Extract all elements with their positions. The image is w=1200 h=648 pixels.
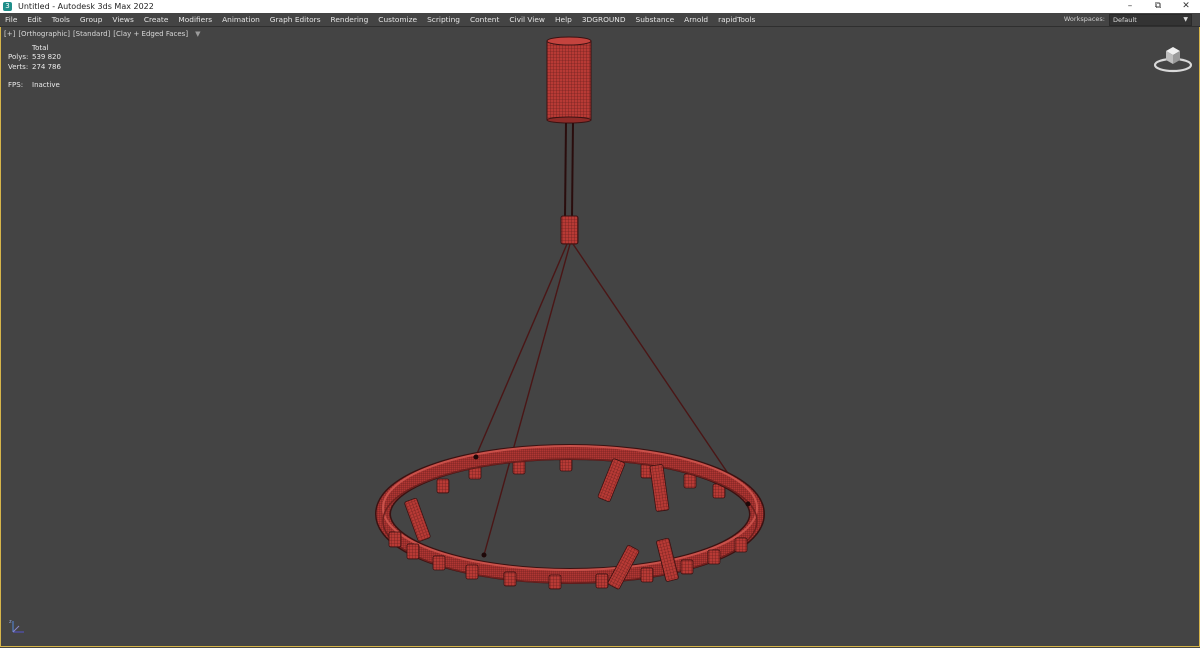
- svg-text:z: z: [9, 619, 12, 625]
- support-wires: [475, 243, 749, 556]
- menu-3dground[interactable]: 3DGROUND: [577, 13, 631, 26]
- minimize-button[interactable]: –: [1116, 0, 1144, 13]
- menu-group[interactable]: Group: [75, 13, 108, 26]
- workspaces-dropdown[interactable]: Default ▼: [1109, 13, 1192, 26]
- menu-content[interactable]: Content: [465, 13, 504, 26]
- menu-animation[interactable]: Animation: [217, 13, 265, 26]
- menu-bar: File Edit Tools Group Views Create Modif…: [0, 13, 1200, 27]
- menu-customize[interactable]: Customize: [373, 13, 422, 26]
- menu-items: File Edit Tools Group Views Create Modif…: [0, 13, 760, 26]
- restore-button[interactable]: ⧉: [1144, 0, 1172, 13]
- menu-rapidtools[interactable]: rapidTools: [713, 13, 760, 26]
- 3ds-max-app-icon: 3: [3, 2, 12, 11]
- menu-edit[interactable]: Edit: [22, 13, 46, 26]
- menu-views[interactable]: Views: [107, 13, 138, 26]
- menu-tools[interactable]: Tools: [47, 13, 75, 26]
- menu-substance[interactable]: Substance: [631, 13, 680, 26]
- chevron-down-icon: ▼: [1183, 15, 1188, 23]
- window-controls: – ⧉ ✕: [1116, 0, 1200, 13]
- chandelier-model[interactable]: [1, 27, 1199, 646]
- suspension-rods: [564, 122, 574, 218]
- window-title: Untitled - Autodesk 3ds Max 2022: [18, 2, 154, 11]
- menu-civil-view[interactable]: Civil View: [504, 13, 550, 26]
- workspaces-value: Default: [1113, 15, 1137, 24]
- menu-scripting[interactable]: Scripting: [422, 13, 465, 26]
- menu-arnold[interactable]: Arnold: [679, 13, 713, 26]
- canopy: [546, 36, 592, 124]
- menu-graph-editors[interactable]: Graph Editors: [265, 13, 326, 26]
- title-bar: 3 Untitled - Autodesk 3ds Max 2022 – ⧉ ✕: [0, 0, 1200, 13]
- viewcube-icon[interactable]: [1151, 41, 1195, 73]
- menu-file[interactable]: File: [0, 13, 22, 26]
- menu-create[interactable]: Create: [139, 13, 174, 26]
- workspaces-label: Workspaces:: [1063, 15, 1105, 23]
- workspace-selector: Workspaces: Default ▼: [1064, 13, 1192, 26]
- close-button[interactable]: ✕: [1172, 0, 1200, 13]
- menu-rendering[interactable]: Rendering: [326, 13, 374, 26]
- viewport-orthographic[interactable]: [+] [Orthographic] [Standard] [Clay + Ed…: [0, 27, 1200, 647]
- connector: [560, 215, 579, 245]
- menu-help[interactable]: Help: [550, 13, 577, 26]
- menu-modifiers[interactable]: Modifiers: [173, 13, 217, 26]
- axis-tripod-icon: z: [9, 619, 24, 633]
